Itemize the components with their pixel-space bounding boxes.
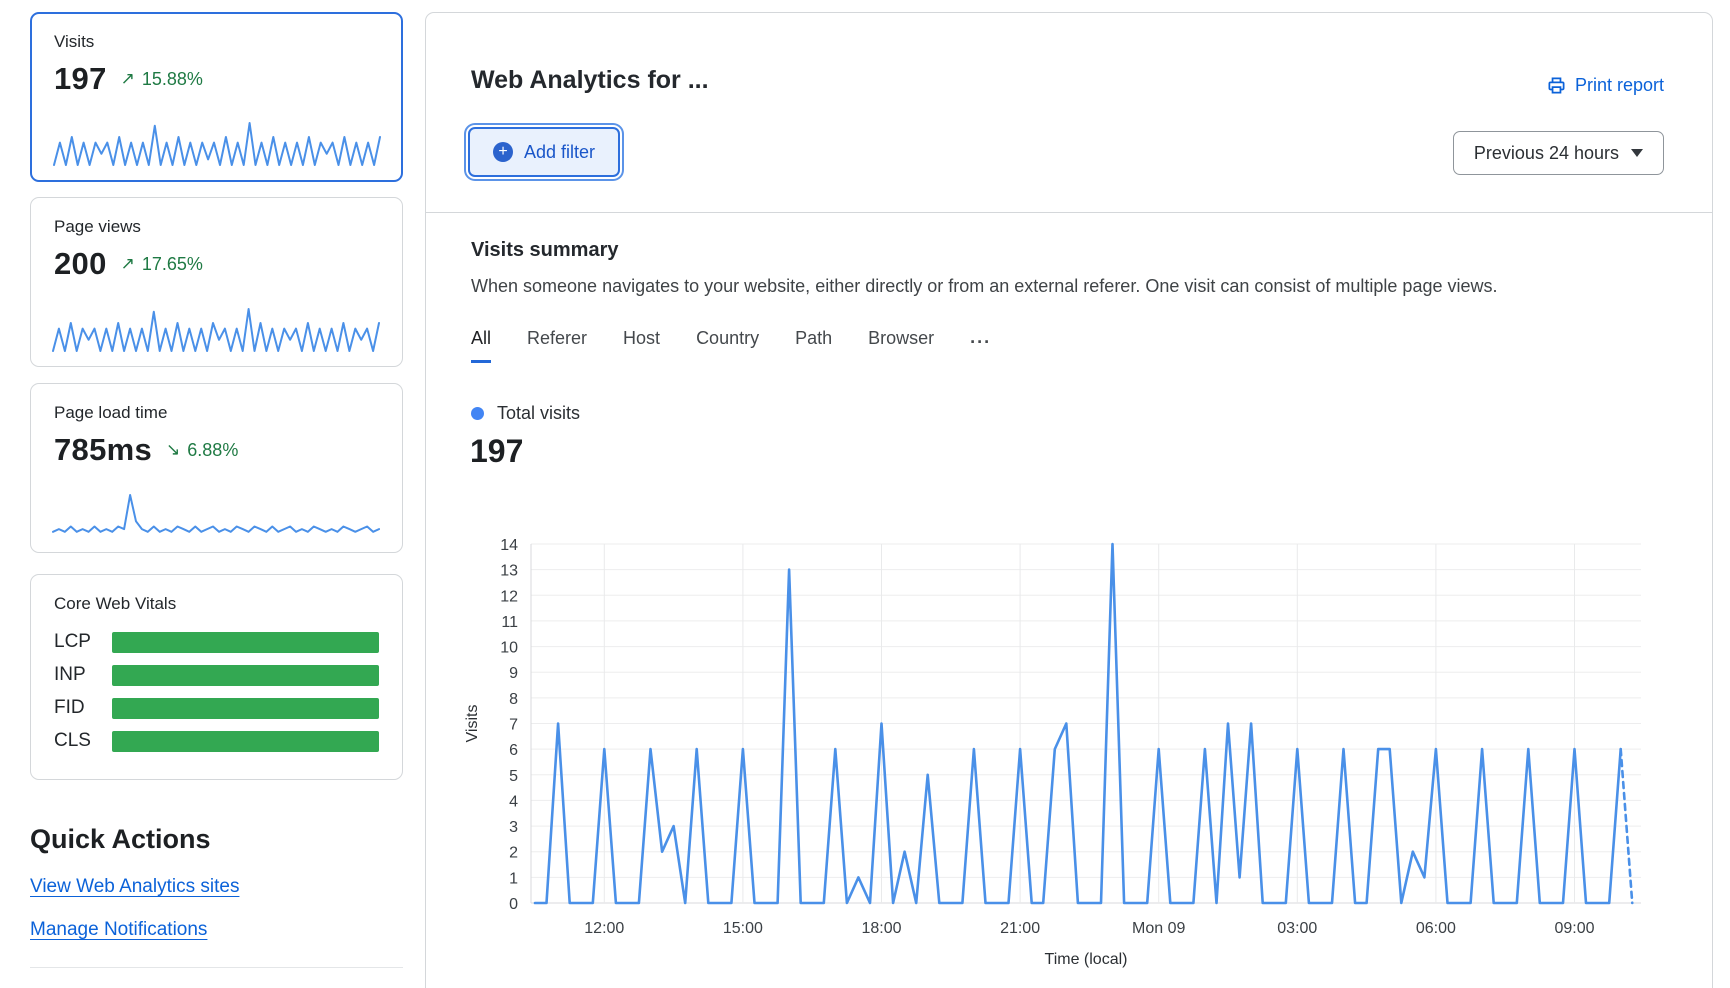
cwv-row-fid: FID — [54, 697, 379, 719]
svg-text:Time (local): Time (local) — [1045, 951, 1128, 968]
metric-delta-value: 6.88% — [187, 440, 238, 461]
metric-card-page-load-time[interactable]: Page load time 785ms ↘ 6.88% — [30, 383, 403, 553]
svg-text:11: 11 — [501, 614, 518, 631]
cwv-bar-good — [112, 698, 379, 719]
metric-value-row: 197 ↗ 15.88% — [54, 61, 379, 97]
tab-all[interactable]: All — [471, 328, 491, 363]
svg-text:10: 10 — [500, 640, 518, 657]
core-web-vitals-rows: LCP INP FID CLS — [54, 631, 379, 752]
cwv-row-lcp: LCP — [54, 631, 379, 653]
svg-text:1: 1 — [509, 870, 518, 887]
cwv-label: LCP — [54, 631, 112, 653]
plus-circle-icon: + — [493, 142, 513, 162]
metric-delta: ↗ 15.88% — [121, 69, 203, 90]
cwv-bar-good — [112, 632, 379, 653]
svg-text:4: 4 — [509, 793, 518, 810]
svg-text:21:00: 21:00 — [1000, 920, 1040, 937]
metric-delta-value: 17.65% — [142, 254, 203, 275]
trend-up-icon: ↗ — [121, 254, 135, 274]
trend-down-icon: ↘ — [166, 440, 180, 460]
printer-icon — [1547, 76, 1566, 95]
visits-summary-description: When someone navigates to your website, … — [471, 276, 1497, 297]
svg-text:0: 0 — [509, 896, 518, 913]
svg-text:5: 5 — [509, 768, 518, 785]
svg-text:8: 8 — [509, 691, 518, 708]
cwv-bar-good — [112, 731, 379, 752]
legend-label: Total visits — [497, 403, 580, 424]
svg-text:18:00: 18:00 — [861, 920, 901, 937]
core-web-vitals-card[interactable]: Core Web Vitals LCP INP FID CLS — [30, 574, 403, 780]
metric-value: 200 — [54, 246, 107, 282]
tab-country[interactable]: Country — [696, 328, 759, 363]
web-analytics-dashboard: Visits 197 ↗ 15.88% Page views 200 ↗ 17.… — [0, 0, 1730, 988]
svg-text:12:00: 12:00 — [584, 920, 624, 937]
metric-value: 197 — [54, 61, 107, 97]
cwv-label: CLS — [54, 730, 112, 752]
quick-actions-heading: Quick Actions — [30, 824, 403, 855]
svg-text:3: 3 — [509, 819, 518, 836]
tab-browser[interactable]: Browser — [868, 328, 934, 363]
manage-notifications-link[interactable]: Manage Notifications — [30, 919, 207, 941]
metric-value-row: 785ms ↘ 6.88% — [54, 432, 379, 468]
add-filter-label: Add filter — [524, 142, 595, 163]
tab-path[interactable]: Path — [795, 328, 832, 363]
metric-delta: ↘ 6.88% — [166, 440, 238, 461]
svg-text:2: 2 — [509, 845, 518, 862]
metric-title: Visits — [54, 32, 379, 52]
tab-referer[interactable]: Referer — [527, 328, 587, 363]
svg-text:09:00: 09:00 — [1554, 920, 1594, 937]
visits-sparkline — [52, 118, 382, 168]
tab-host[interactable]: Host — [623, 328, 660, 363]
page-title: Web Analytics for ... — [471, 66, 709, 95]
cwv-row-cls: CLS — [54, 730, 379, 752]
time-range-label: Previous 24 hours — [1474, 143, 1619, 164]
metric-title: Page load time — [54, 403, 379, 423]
cwv-label: INP — [54, 664, 112, 686]
print-report-button[interactable]: Print report — [1547, 75, 1664, 96]
metric-value-row: 200 ↗ 17.65% — [54, 246, 379, 282]
trend-up-icon: ↗ — [121, 69, 135, 89]
metric-title: Page views — [54, 217, 379, 237]
chart-legend: Total visits — [471, 403, 580, 424]
view-web-analytics-sites-link[interactable]: View Web Analytics sites — [30, 876, 239, 898]
header-divider — [426, 212, 1712, 213]
core-web-vitals-title: Core Web Vitals — [54, 594, 379, 614]
total-visits-value: 197 — [470, 433, 523, 470]
metrics-sidebar: Visits 197 ↗ 15.88% Page views 200 ↗ 17.… — [30, 0, 403, 968]
legend-dot-icon — [471, 407, 484, 420]
cwv-row-inp: INP — [54, 664, 379, 686]
metric-delta-value: 15.88% — [142, 69, 203, 90]
chevron-down-icon — [1631, 149, 1643, 157]
metric-card-page-views[interactable]: Page views 200 ↗ 17.65% — [30, 197, 403, 367]
svg-text:9: 9 — [509, 665, 518, 682]
metric-value: 785ms — [54, 432, 152, 468]
svg-text:14: 14 — [500, 537, 518, 554]
metric-delta: ↗ 17.65% — [121, 254, 203, 275]
page-views-sparkline — [51, 304, 381, 354]
sidebar-divider — [30, 967, 403, 968]
cwv-bar-good — [112, 665, 379, 686]
svg-text:Visits: Visits — [464, 705, 481, 743]
summary-tabs: All Referer Host Country Path Browser... — [471, 327, 991, 364]
visits-summary-title: Visits summary — [471, 239, 619, 262]
svg-text:Mon 09: Mon 09 — [1132, 920, 1185, 937]
svg-text:06:00: 06:00 — [1416, 920, 1456, 937]
print-report-label: Print report — [1575, 75, 1664, 96]
cwv-label: FID — [54, 697, 112, 719]
more-tabs-button[interactable]: ... — [970, 327, 991, 364]
svg-text:7: 7 — [509, 717, 518, 734]
main-panel: Web Analytics for ... Print report + Add… — [425, 12, 1713, 988]
svg-text:6: 6 — [509, 742, 518, 759]
page-load-sparkline — [51, 490, 381, 540]
visits-line-chart: 0123456789101112131412:0015:0018:0021:00… — [441, 521, 1701, 986]
svg-text:13: 13 — [500, 563, 518, 580]
svg-text:15:00: 15:00 — [723, 920, 763, 937]
time-range-dropdown[interactable]: Previous 24 hours — [1453, 131, 1664, 175]
svg-text:03:00: 03:00 — [1277, 920, 1317, 937]
metric-card-visits[interactable]: Visits 197 ↗ 15.88% — [30, 12, 403, 182]
add-filter-button[interactable]: + Add filter — [468, 127, 620, 177]
svg-text:12: 12 — [500, 588, 518, 605]
